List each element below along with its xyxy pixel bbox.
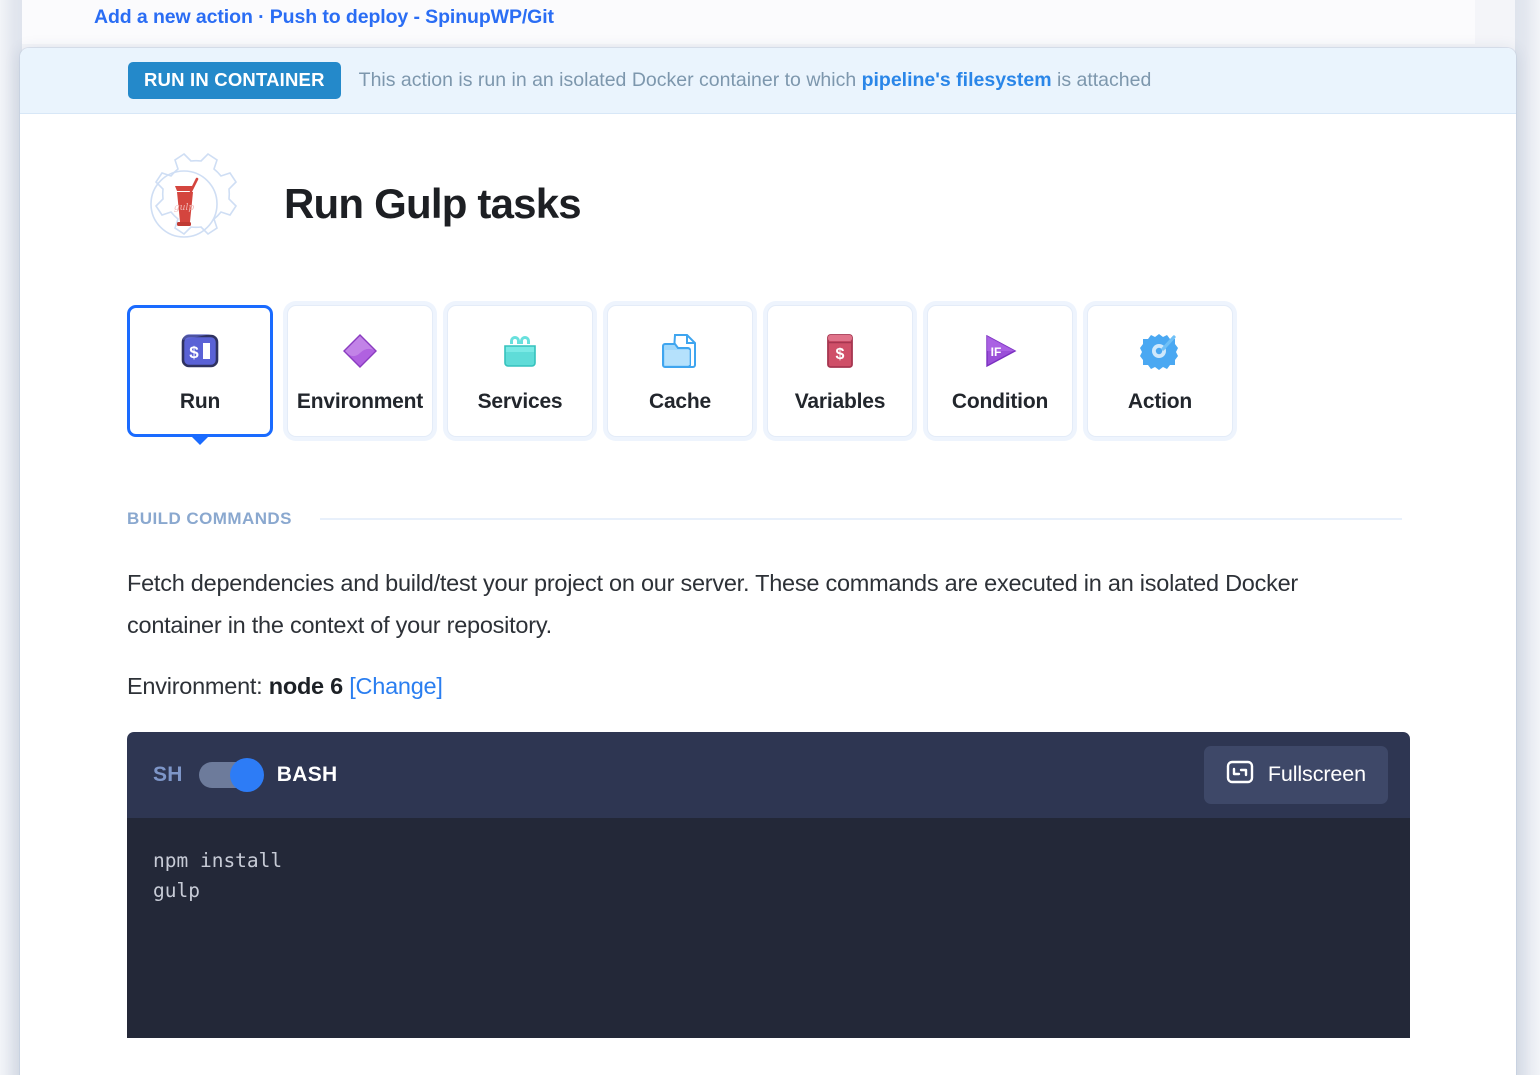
action-tabs: $ Run Environment Services Cache $ Varia…: [20, 260, 1516, 437]
left-gutter: [0, 0, 22, 1075]
tab-variables[interactable]: $ Variables: [767, 305, 913, 437]
run-in-container-banner: RUN IN CONTAINER This action is run in a…: [20, 48, 1516, 114]
tab-services[interactable]: Services: [447, 305, 593, 437]
terminal-code-editor[interactable]: npm install gulp: [127, 817, 1410, 1038]
breadcrumb[interactable]: Add a new action · Push to deploy - Spin…: [94, 6, 554, 29]
tab-cache[interactable]: Cache: [607, 305, 753, 437]
environment-change-link[interactable]: [Change]: [349, 673, 443, 699]
svg-text:$: $: [189, 343, 199, 362]
tab-environment[interactable]: Environment: [287, 305, 433, 437]
tab-label: Action: [1127, 390, 1193, 413]
section-divider: [319, 518, 1402, 520]
status-badge: RUN IN CONTAINER: [128, 61, 341, 100]
tab-label: Variables: [794, 390, 886, 413]
purple-diamond-icon: [337, 328, 383, 374]
terminal-prompt-icon: $: [177, 328, 223, 374]
tab-condition[interactable]: IF Condition: [927, 305, 1073, 437]
section-label: BUILD COMMANDS: [127, 509, 292, 528]
toolbox-icon: [497, 328, 543, 374]
tab-label: Environment: [296, 390, 424, 413]
shell-sh-label[interactable]: SH: [153, 763, 183, 787]
tab-action[interactable]: Action: [1087, 305, 1233, 437]
top-bar: Add a new action · Push to deploy - Spin…: [22, 0, 1475, 44]
pipeline-filesystem-link[interactable]: pipeline's filesystem: [862, 69, 1052, 91]
svg-text:$: $: [836, 346, 845, 363]
screen: Add a new action · Push to deploy - Spin…: [0, 0, 1540, 1075]
banner-description: This action is run in an isolated Docker…: [359, 69, 1152, 92]
build-commands-section-header: BUILD COMMANDS: [20, 437, 1516, 529]
blue-gear-icon: [1137, 328, 1183, 374]
tab-label: Run: [179, 390, 221, 413]
page-title: Run Gulp tasks: [284, 180, 582, 227]
svg-text:IF: IF: [991, 345, 1002, 359]
if-play-icon: IF: [977, 328, 1023, 374]
svg-text:gulp: gulp: [174, 203, 194, 213]
environment-line: Environment: node 6 [Change]: [20, 647, 1516, 700]
build-commands-terminal: SH BASH Fullscreen npm install gulp: [127, 731, 1410, 1038]
toggle-knob: [229, 757, 264, 792]
right-gutter: [1515, 0, 1540, 1075]
banner-text-before: This action is run in an isolated Docker…: [358, 69, 862, 91]
red-ledger-icon: $: [817, 328, 863, 374]
tab-run[interactable]: $ Run: [127, 305, 273, 437]
tab-label: Condition: [951, 390, 1049, 413]
fullscreen-button[interactable]: Fullscreen: [1203, 745, 1388, 804]
shell-toggle[interactable]: [198, 757, 264, 792]
fullscreen-label: Fullscreen: [1267, 762, 1366, 787]
gulp-logo-icon: gulp: [128, 148, 240, 260]
banner-text-after: is attached: [1051, 69, 1152, 91]
action-header: gulp Run Gulp tasks: [20, 114, 1516, 260]
environment-prefix: Environment:: [127, 672, 269, 699]
action-card: RUN IN CONTAINER This action is run in a…: [20, 48, 1516, 1075]
fullscreen-icon: [1226, 760, 1254, 789]
environment-value: node 6: [268, 672, 343, 699]
tab-label: Services: [477, 390, 563, 413]
file-copy-icon: [657, 328, 703, 374]
build-commands-description: Fetch dependencies and build/test your p…: [127, 570, 1299, 638]
terminal-toolbar: SH BASH Fullscreen: [127, 731, 1410, 818]
tab-label: Cache: [648, 390, 712, 413]
shell-bash-label[interactable]: BASH: [277, 763, 338, 787]
